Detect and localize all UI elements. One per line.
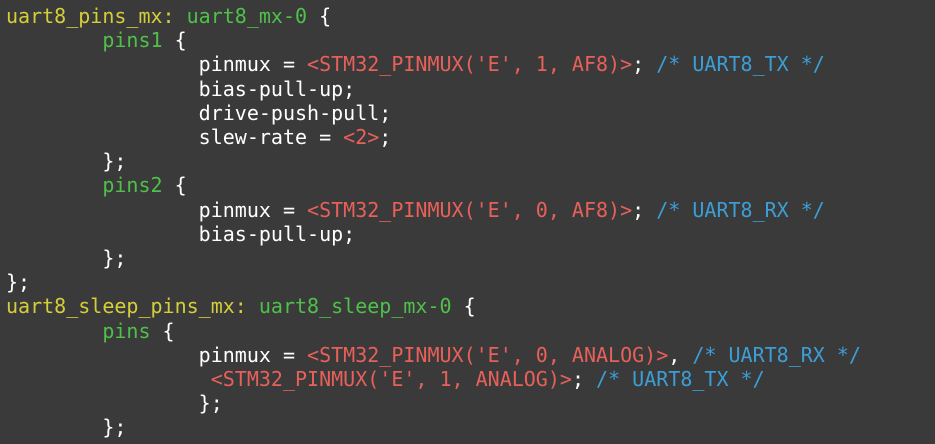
code-line: drive-push-pull; <box>6 100 392 125</box>
code-token-plain: bias-pull-up; <box>6 76 356 101</box>
code-token-plain: bias-pull-up; <box>6 221 356 246</box>
code-token-plain: slew-rate = <box>6 125 344 149</box>
code-token-macro: <STM32_PINMUX('E', 0, ANALOG)> <box>307 342 669 367</box>
code-token-plain: drive-push-pull; <box>6 100 392 125</box>
code-token-plain: }; <box>6 246 127 270</box>
code-line: }; <box>6 149 126 173</box>
code-line: pins { <box>6 318 175 343</box>
code-token-macro: <2> <box>343 125 380 149</box>
code-line: uart8_pins_mx: uart8_mx-0 { <box>6 4 331 28</box>
code-line: }; <box>6 270 30 294</box>
code-line: pins1 { <box>6 28 187 53</box>
code-token-plain: pinmux = <box>6 52 308 77</box>
code-line: pinmux = <STM32_PINMUX('E', 1, AF8)>; /*… <box>6 52 825 76</box>
code-token-plain: ; <box>571 367 597 391</box>
code-line: bias-pull-up; <box>6 221 356 246</box>
code-line: pinmux = <STM32_PINMUX('E', 0, AF8)>; /*… <box>6 198 825 222</box>
code-token-comment: /* UART8_RX */ <box>656 197 825 222</box>
code-token-plain: pinmux = <box>6 342 308 367</box>
code-token-plain: }; <box>6 415 127 440</box>
code-line: pins2 { <box>6 173 187 198</box>
code-token-plain: , <box>668 342 693 367</box>
code-token-plain: { <box>451 294 476 319</box>
code-line: }; <box>6 415 126 439</box>
code-line: }; <box>6 246 126 270</box>
code-token-comment: /* UART8_TX */ <box>596 367 765 391</box>
code-token-plain: ; <box>632 52 657 77</box>
code-token-plain: ; <box>632 197 657 222</box>
code-line: pinmux = <STM32_PINMUX('E', 0, ANALOG)>,… <box>6 343 861 367</box>
code-token-plain: }; <box>6 391 223 416</box>
code-token-node: pins <box>102 318 151 343</box>
code-editor[interactable]: uart8_pins_mx: uart8_mx-0 { pins1 { pinm… <box>0 0 935 444</box>
code-line: }; <box>6 391 223 415</box>
code-token-plain: { <box>162 28 187 53</box>
code-token-plain: pinmux = <box>6 197 308 222</box>
code-line: <STM32_PINMUX('E', 1, ANALOG)>; /* UART8… <box>6 367 765 391</box>
code-token-comment: /* UART8_TX */ <box>656 52 825 77</box>
code-line: slew-rate = <2>; <box>6 125 392 149</box>
code-token-macro: <STM32_PINMUX('E', 0, AF8)> <box>307 197 633 222</box>
code-token-macro: <STM32_PINMUX('E', 1, ANALOG)> <box>210 367 572 391</box>
code-token-plain: }; <box>6 149 127 174</box>
code-line: uart8_sleep_pins_mx: uart8_sleep_mx-0 { <box>6 294 476 318</box>
code-token-plain: ; <box>379 125 392 149</box>
code-token-macro: <STM32_PINMUX('E', 1, AF8)> <box>307 52 633 77</box>
code-token-node: pins2 <box>102 173 163 198</box>
code-token-comment: /* UART8_RX */ <box>692 342 861 367</box>
code-token-label: uart8_pins_mx: <box>6 4 175 28</box>
code-token-plain: { <box>162 173 187 198</box>
code-token-node: uart8_sleep_mx-0 <box>258 294 452 319</box>
code-token-plain: { <box>307 4 332 28</box>
code-token-node: pins1 <box>102 28 163 53</box>
code-line: bias-pull-up; <box>6 76 356 101</box>
code-token-plain: { <box>150 318 175 343</box>
code-token-node: uart8_mx-0 <box>186 4 308 28</box>
code-token-plain: }; <box>6 270 31 295</box>
code-token-label: uart8_sleep_pins_mx: <box>6 294 247 319</box>
